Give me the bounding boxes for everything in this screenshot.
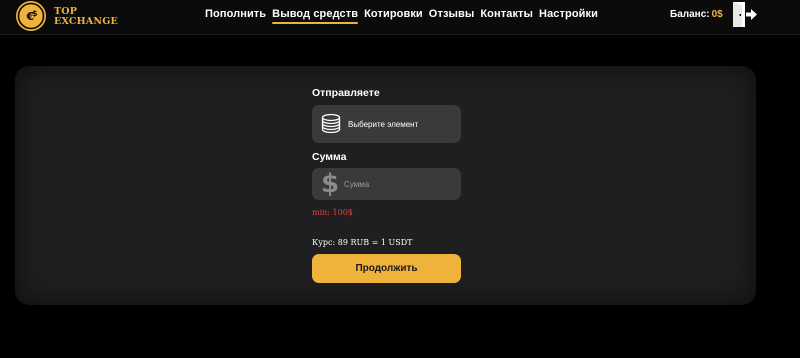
- logo[interactable]: € $ TOP EXCHANGE: [15, 0, 118, 31]
- logo-text-top: TOP: [54, 5, 78, 17]
- svg-text:$: $: [32, 9, 38, 18]
- amount-field[interactable]: $: [312, 168, 461, 200]
- nav-item-reviews[interactable]: Отзывы: [429, 8, 475, 24]
- nav-item-withdraw[interactable]: Вывод средств: [272, 8, 359, 24]
- balance-value: 0$: [711, 9, 723, 20]
- dollar-icon: $: [320, 169, 340, 199]
- continue-button[interactable]: Продолжить: [312, 254, 461, 283]
- nav-item-contacts[interactable]: Контакты: [480, 8, 533, 24]
- balance: Баланс: 0$: [670, 9, 723, 20]
- nav-item-quotes[interactable]: Котировки: [364, 8, 423, 24]
- element-select[interactable]: Выберите элемент: [312, 105, 461, 143]
- main-nav: Пополнить Вывод средств Котировки Отзывы…: [205, 8, 604, 24]
- nav-item-settings[interactable]: Настройки: [539, 8, 598, 24]
- logo-text-exchange: EXCHANGE: [54, 15, 118, 27]
- send-label: Отправляете: [312, 87, 380, 99]
- select-placeholder: Выберите элемент: [348, 119, 419, 129]
- exchange-rate-text: Курс: 89 RUB = 1 USDT: [312, 238, 413, 247]
- min-amount-text: min: 100$: [312, 208, 353, 217]
- euro-dollar-coin-icon: € $: [16, 0, 46, 31]
- nav-item-deposit[interactable]: Пополнить: [205, 8, 266, 24]
- amount-input[interactable]: [344, 179, 444, 189]
- balance-label: Баланс:: [670, 9, 710, 20]
- logout-door-icon[interactable]: [731, 1, 758, 28]
- amount-label: Сумма: [312, 151, 347, 163]
- coins-stack-icon: [321, 113, 341, 134]
- top-header: € $ TOP EXCHANGE Пополнить Вывод средств…: [0, 0, 800, 35]
